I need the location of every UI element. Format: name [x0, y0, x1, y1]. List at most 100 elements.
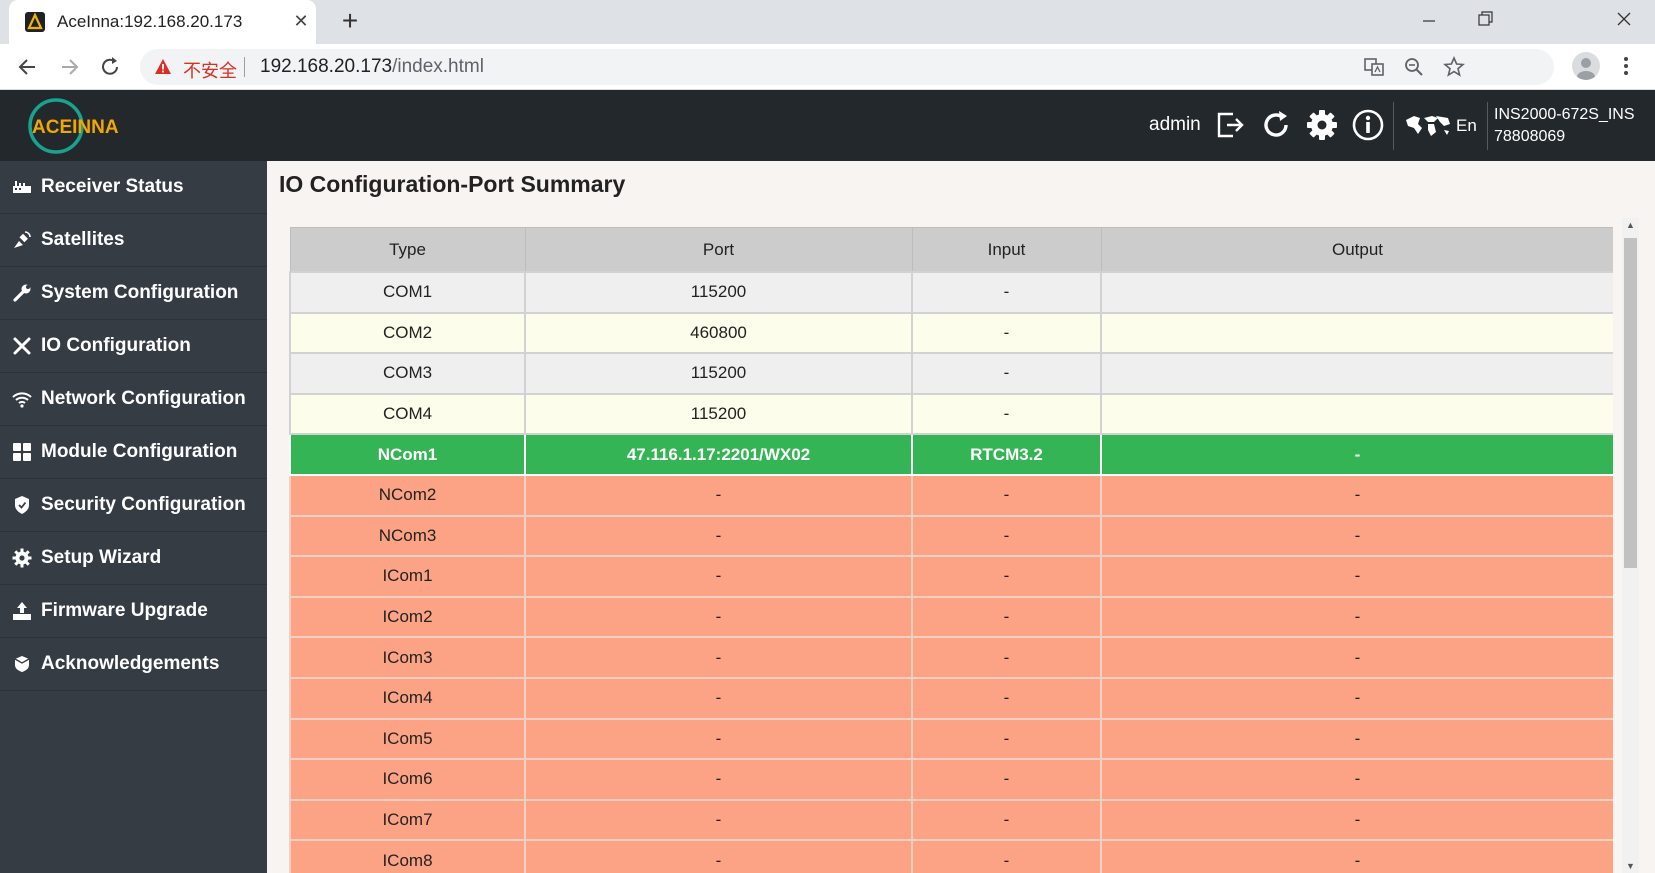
settings-gear-icon[interactable]: [1305, 108, 1339, 142]
not-secure-label[interactable]: 不安全: [183, 57, 237, 83]
tab-title: AceInna:192.168.20.173: [57, 12, 243, 31]
sidebar-item-system-configuration[interactable]: System Configuration: [0, 267, 267, 320]
scroll-down-icon[interactable]: ▼: [1622, 859, 1639, 873]
table-row[interactable]: COM1 115200-: [289, 271, 1613, 314]
language-selector[interactable]: En: [1456, 116, 1477, 136]
shield-icon: [15, 496, 29, 514]
table-row[interactable]: COM2 460800-: [289, 311, 1613, 355]
sidebar-item-receiver-status[interactable]: Receiver Status: [0, 161, 267, 214]
vertical-scrollbar[interactable]: ▲ ▼: [1622, 218, 1639, 873]
cell-type: ICom6: [289, 758, 526, 801]
cell-output: -: [1100, 433, 1613, 476]
favicon-icon: [25, 12, 45, 32]
tools-icon: [13, 337, 31, 355]
table-row[interactable]: NCom3- - -: [289, 514, 1613, 558]
cell-type: NCom3: [289, 514, 526, 558]
sidebar-item-label: Receiver Status: [41, 176, 184, 197]
info-icon[interactable]: [1351, 108, 1385, 142]
user-name[interactable]: admin: [1149, 114, 1201, 136]
cell-output: -: [1100, 717, 1613, 761]
table-row[interactable]: ICom5- - -: [289, 717, 1613, 761]
cell-port: -: [524, 758, 913, 801]
browser-menu-icon[interactable]: [1616, 53, 1636, 79]
cell-port: 47.116.1.17:2201/WX02: [524, 433, 913, 476]
refresh-icon[interactable]: [1259, 108, 1293, 142]
world-map-icon[interactable]: [1404, 112, 1452, 146]
restore-icon[interactable]: [1463, 5, 1507, 35]
cell-type: NCom2: [289, 473, 526, 517]
table-row[interactable]: ICom1- - -: [289, 555, 1613, 598]
sidebar-item-satellites[interactable]: Satellites: [0, 214, 267, 267]
cell-type: COM2: [289, 311, 526, 355]
cell-type: ICom4: [289, 676, 526, 720]
sidebar-item-label: Satellites: [41, 229, 125, 250]
device-serial: 78808069: [1494, 128, 1566, 145]
sidebar-item-security-configuration[interactable]: Security Configuration: [0, 479, 267, 532]
grid-icon: [13, 443, 31, 461]
device-info: INS2000-672S_INS 78808069: [1494, 104, 1635, 148]
sidebar-item-setup-wizard[interactable]: Setup Wizard: [0, 532, 267, 585]
cell-type: ICom2: [289, 595, 526, 639]
cell-input: -: [911, 717, 1102, 761]
cell-input: -: [911, 514, 1102, 558]
translate-icon[interactable]: [1363, 56, 1385, 78]
back-arrow-icon[interactable]: [15, 54, 41, 80]
cell-input: -: [911, 352, 1102, 395]
close-tab-icon[interactable]: ✕: [291, 11, 311, 31]
address-bar[interactable]: 不安全 192.168.20.173/index.html: [140, 49, 1554, 85]
cell-type: COM3: [289, 352, 526, 395]
cell-output: -: [1100, 514, 1613, 558]
url-text[interactable]: 192.168.20.173/index.html: [260, 56, 484, 78]
reload-icon[interactable]: [97, 54, 123, 80]
cell-input: RTCM3.2: [911, 433, 1102, 476]
bookmark-star-icon[interactable]: [1442, 55, 1466, 78]
sidebar-item-acknowledgements[interactable]: Acknowledgements: [0, 638, 267, 691]
device-model: INS2000-672S_INS: [1494, 106, 1635, 123]
table-row[interactable]: ICom6- - -: [289, 758, 1613, 801]
scroll-up-icon[interactable]: ▲: [1622, 218, 1639, 232]
table-row[interactable]: NCom2- - -: [289, 473, 1613, 517]
aceinna-logo: ACEINNA: [24, 96, 134, 156]
zoom-icon[interactable]: [1403, 56, 1425, 78]
table-row[interactable]: ICom2- - -: [289, 595, 1613, 639]
sidebar-item-label: Module Configuration: [41, 441, 238, 462]
sidebar-item-network-configuration[interactable]: Network Configuration: [0, 373, 267, 426]
table-row[interactable]: COM3 115200-: [289, 352, 1613, 395]
logout-icon[interactable]: [1213, 108, 1247, 142]
sidebar-item-module-configuration[interactable]: Module Configuration: [0, 426, 267, 479]
address-separator: [244, 57, 245, 77]
scrollbar-thumb[interactable]: [1624, 238, 1637, 568]
browser-tab[interactable]: AceInna:192.168.20.173 ✕: [9, 0, 316, 44]
cell-port: -: [524, 595, 913, 639]
sidebar-item-firmware-upgrade[interactable]: Firmware Upgrade: [0, 585, 267, 638]
cell-input: -: [911, 392, 1102, 436]
cell-output: -: [1100, 676, 1613, 720]
minimize-icon[interactable]: [1407, 5, 1451, 35]
cell-output: -: [1100, 636, 1613, 679]
cell-type: COM4: [289, 392, 526, 436]
header-divider: [1487, 102, 1488, 150]
badge-icon: [14, 656, 30, 672]
profile-avatar-icon[interactable]: [1572, 52, 1600, 80]
sidebar-item-label: Acknowledgements: [41, 653, 220, 674]
sidebar-item-io-configuration[interactable]: IO Configuration: [0, 320, 267, 373]
table-row[interactable]: ICom4- - -: [289, 676, 1613, 720]
new-tab-button[interactable]: +: [337, 7, 363, 35]
cell-port: -: [524, 839, 913, 873]
cell-type: ICom8: [289, 839, 526, 873]
wrench-icon: [13, 284, 31, 302]
gear-icon: [12, 548, 32, 568]
table-row[interactable]: ICom8- - -: [289, 839, 1613, 873]
cell-output: -: [1100, 595, 1613, 639]
sidebar-item-label: Security Configuration: [41, 494, 246, 515]
cell-output: -: [1100, 758, 1613, 801]
sidebar-item-label: Network Configuration: [41, 388, 246, 409]
cell-output: -: [1100, 839, 1613, 873]
table-row[interactable]: ICom7- - -: [289, 798, 1613, 842]
satellite-icon: [14, 231, 31, 248]
window-close-icon[interactable]: [1602, 5, 1646, 35]
table-row[interactable]: NCom1 47.116.1.17:2201/WX02 RTCM3.2-: [289, 433, 1613, 476]
table-row[interactable]: COM4 115200-: [289, 392, 1613, 436]
forward-arrow-icon[interactable]: [56, 54, 82, 80]
table-row[interactable]: ICom3- - -: [289, 636, 1613, 679]
